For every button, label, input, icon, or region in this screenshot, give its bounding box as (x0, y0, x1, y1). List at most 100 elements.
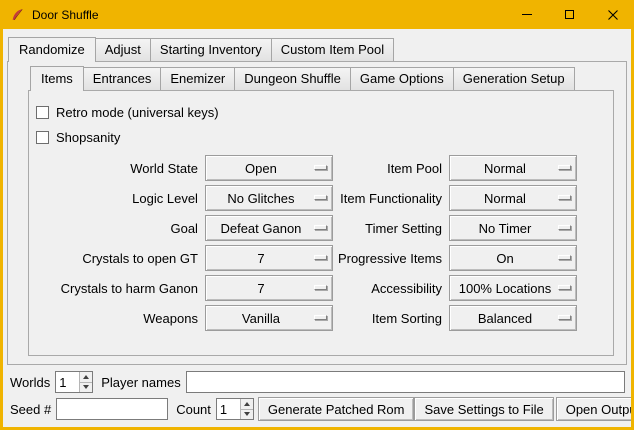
arrow-down-icon (244, 412, 250, 416)
items-pane: Retro mode (universal keys) Shopsanity W… (28, 90, 614, 356)
option-row: World State Open (36, 155, 333, 181)
dropdown-indicator-icon (314, 225, 327, 230)
option-label: Accessibility (338, 281, 449, 296)
dropdown-indicator-icon (558, 315, 571, 320)
tab-randomize[interactable]: Randomize (8, 37, 96, 62)
dropdown-indicator-icon (558, 195, 571, 200)
option-row: Progressive Items On (338, 245, 577, 271)
count-label: Count (174, 402, 216, 417)
item-pool-dropdown[interactable]: Normal (449, 155, 577, 181)
outer-tab-bar: Randomize Adjust Starting Inventory Cust… (8, 37, 627, 61)
count-spinner[interactable] (216, 398, 254, 420)
option-row: Item Sorting Balanced (338, 305, 577, 331)
spin-up-button[interactable] (80, 372, 92, 383)
arrow-up-icon (83, 375, 89, 379)
checkbox-label: Retro mode (universal keys) (56, 105, 219, 120)
save-settings-button[interactable]: Save Settings to File (414, 397, 553, 421)
dropdown-indicator-icon (314, 255, 327, 260)
option-label: Crystals to open GT (36, 251, 205, 266)
options-left-column: World State Open Logic Level No Glitches (36, 155, 333, 331)
client-area: Randomize Adjust Starting Inventory Cust… (3, 29, 631, 427)
arrow-down-icon (83, 385, 89, 389)
option-row: Crystals to harm Ganon 7 (36, 275, 333, 301)
crystals-open-gt-dropdown[interactable]: 7 (205, 245, 333, 271)
spin-up-button[interactable] (241, 399, 253, 410)
crystals-harm-ganon-dropdown[interactable]: 7 (205, 275, 333, 301)
close-icon (608, 10, 618, 20)
item-functionality-dropdown[interactable]: Normal (449, 185, 577, 211)
titlebar[interactable]: Door Shuffle (0, 0, 634, 29)
option-row: Goal Defeat Ganon (36, 215, 333, 241)
option-label: Item Functionality (338, 191, 449, 206)
spinner-buttons (240, 399, 253, 419)
progressive-items-dropdown[interactable]: On (449, 245, 577, 271)
seed-row: Seed # Count Generate Patched Rom Save S… (8, 397, 627, 421)
option-row: Item Functionality Normal (338, 185, 577, 211)
randomize-pane: Items Entrances Enemizer Dungeon Shuffle… (7, 61, 627, 365)
spin-down-button[interactable] (241, 410, 253, 420)
weapons-dropdown[interactable]: Vanilla (205, 305, 333, 331)
timer-setting-dropdown[interactable]: No Timer (449, 215, 577, 241)
tab-custom-item-pool[interactable]: Custom Item Pool (271, 38, 394, 61)
spinner-buttons (79, 372, 92, 392)
options-right-column: Item Pool Normal Item Functionality Norm… (338, 155, 577, 331)
player-names-input[interactable] (186, 371, 625, 393)
option-label: Item Pool (338, 161, 449, 176)
accessibility-dropdown[interactable]: 100% Locations (449, 275, 577, 301)
logic-level-dropdown[interactable]: No Glitches (205, 185, 333, 211)
tab-starting-inventory[interactable]: Starting Inventory (150, 38, 272, 61)
close-button[interactable] (591, 0, 634, 29)
goal-dropdown[interactable]: Defeat Ganon (205, 215, 333, 241)
seed-input[interactable] (56, 398, 168, 420)
spin-down-button[interactable] (80, 383, 92, 393)
option-label: World State (36, 161, 205, 176)
dropdown-indicator-icon (558, 165, 571, 170)
option-label: Item Sorting (338, 311, 449, 326)
tab-adjust[interactable]: Adjust (95, 38, 151, 61)
worlds-spinner[interactable] (55, 371, 93, 393)
tab-dungeon-shuffle[interactable]: Dungeon Shuffle (234, 67, 351, 90)
checkbox-icon[interactable] (36, 131, 49, 144)
generate-patched-rom-button[interactable]: Generate Patched Rom (258, 397, 415, 421)
retro-mode-checkbox[interactable]: Retro mode (universal keys) (36, 100, 605, 125)
tab-enemizer[interactable]: Enemizer (160, 67, 235, 90)
worlds-spinner-input[interactable] (56, 372, 79, 392)
window-controls (505, 0, 634, 29)
tab-game-options[interactable]: Game Options (350, 67, 454, 90)
world-state-dropdown[interactable]: Open (205, 155, 333, 181)
dropdown-indicator-icon (314, 165, 327, 170)
count-spinner-input[interactable] (217, 399, 240, 419)
open-output-directory-button[interactable]: Open Output Directory (556, 397, 631, 421)
arrow-up-icon (244, 402, 250, 406)
option-row: Logic Level No Glitches (36, 185, 333, 211)
worlds-label: Worlds (8, 375, 55, 390)
tab-items[interactable]: Items (30, 66, 84, 91)
option-label: Weapons (36, 311, 205, 326)
dropdown-indicator-icon (314, 285, 327, 290)
dropdown-indicator-icon (558, 255, 571, 260)
player-names-label: Player names (99, 375, 185, 390)
shopsanity-checkbox[interactable]: Shopsanity (36, 125, 605, 150)
minimize-button[interactable] (505, 0, 548, 29)
maximize-button[interactable] (548, 0, 591, 29)
dropdown-indicator-icon (314, 195, 327, 200)
tab-generation-setup[interactable]: Generation Setup (453, 67, 575, 90)
window-title: Door Shuffle (32, 8, 99, 22)
option-row: Accessibility 100% Locations (338, 275, 577, 301)
option-row: Item Pool Normal (338, 155, 577, 181)
checkbox-icon[interactable] (36, 106, 49, 119)
option-row: Crystals to open GT 7 (36, 245, 333, 271)
app-icon (9, 7, 25, 23)
maximize-icon (565, 10, 574, 19)
option-label: Timer Setting (338, 221, 449, 236)
minimize-icon (522, 14, 532, 15)
worlds-row: Worlds Player names (8, 371, 627, 393)
dropdown-indicator-icon (558, 285, 571, 290)
tab-entrances[interactable]: Entrances (83, 67, 162, 90)
seed-label: Seed # (8, 402, 56, 417)
option-label: Logic Level (36, 191, 205, 206)
option-row: Timer Setting No Timer (338, 215, 577, 241)
checkbox-label: Shopsanity (56, 130, 120, 145)
options-form: World State Open Logic Level No Glitches (36, 155, 605, 331)
item-sorting-dropdown[interactable]: Balanced (449, 305, 577, 331)
